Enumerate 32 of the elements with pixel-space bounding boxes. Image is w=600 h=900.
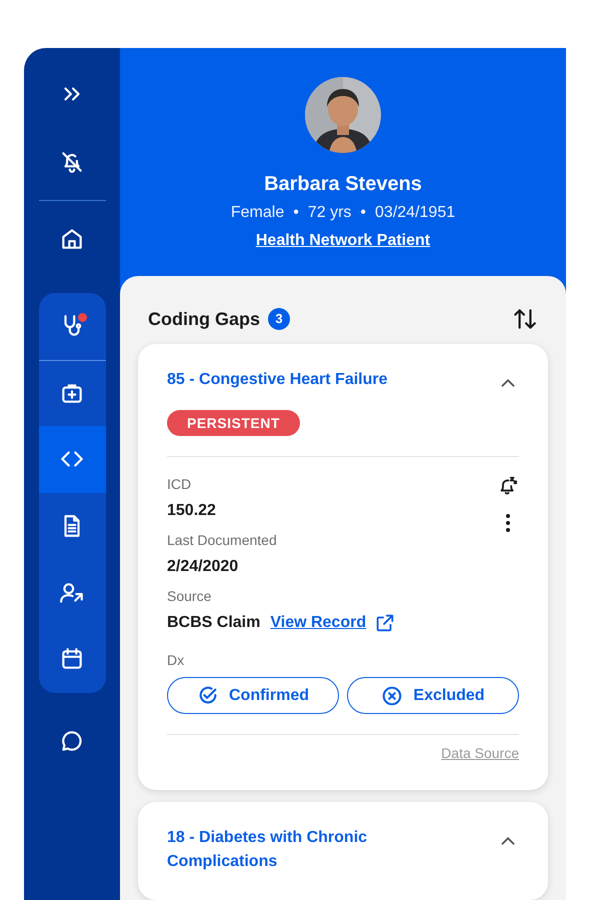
field-label: Dx [167,651,186,669]
confirmed-button[interactable]: Confirmed [167,677,339,714]
patient-detail: 72 yrs [308,203,352,223]
more-options-button[interactable] [505,513,511,533]
patient-detail: 03/24/1951 [375,203,456,223]
separator-dot: • [293,203,299,223]
field-value: 2/24/2020 [167,557,238,577]
status-tag: PERSISTENT [167,410,300,436]
view-record-link[interactable]: View Record [270,612,366,634]
sort-button[interactable] [512,306,538,332]
separator-dot: • [360,203,366,223]
more-vertical-icon [505,513,511,533]
x-circle-icon [381,684,404,706]
open-external-button[interactable] [374,612,396,634]
gap-title: 18 - Diabetes with Chronic Complications [167,828,368,872]
gap-title: 85 - Congestive Heart Failure [167,370,389,390]
data-source-link[interactable]: Data Source [441,743,519,764]
field-value: 150.22 [167,501,216,521]
field-label: ICD [167,475,192,493]
excluded-button[interactable]: Excluded [347,677,519,714]
field-label: Last Documented [167,531,278,549]
check-circle-icon [197,684,219,706]
external-link-icon [374,612,396,634]
patient-network-link[interactable]: Health Network Patient [256,230,430,252]
field-value: BCBS Claim [167,613,260,633]
field-label: Source [167,587,212,605]
patient-name: Barbara Stevens [264,172,422,197]
count-badge: 3 [268,308,290,330]
bell-off-icon [59,149,85,175]
patient-detail: Female [230,203,284,223]
section-title: Coding Gaps [148,308,260,331]
sort-icon [512,306,538,332]
